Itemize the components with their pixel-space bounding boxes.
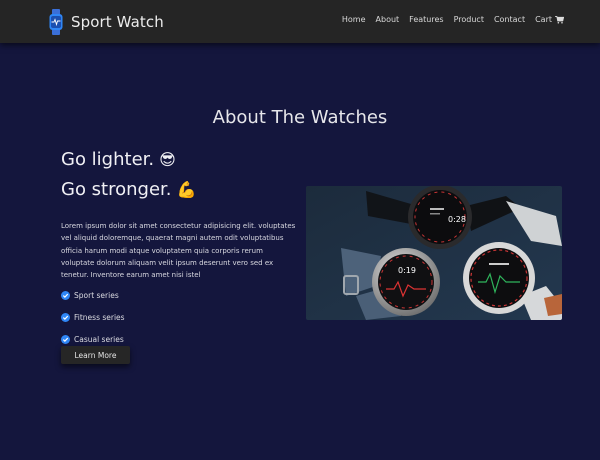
feature-label: Fitness series (74, 312, 125, 322)
nav-product[interactable]: Product (454, 15, 484, 24)
feature-item: Sport series (61, 284, 125, 306)
nav-contact[interactable]: Contact (494, 15, 525, 24)
headline-lighter: Go lighter. 😎 (61, 149, 176, 170)
shopping-cart-icon (555, 15, 564, 24)
nav-about[interactable]: About (376, 15, 400, 24)
headline-stronger: Go stronger. 💪 (61, 179, 196, 200)
feature-label: Sport series (74, 290, 119, 300)
about-description: Lorem ipsum dolor sit amet consectetur a… (61, 222, 296, 280)
nav-cart-label: Cart (535, 15, 552, 24)
nav-features[interactable]: Features (409, 15, 443, 24)
sunglasses-emoji-icon: 😎 (159, 150, 176, 169)
brand-link[interactable]: Sport Watch (49, 9, 164, 35)
check-circle-icon (61, 334, 70, 344)
nav-home[interactable]: Home (342, 15, 366, 24)
learn-more-button[interactable]: Learn More (61, 346, 130, 364)
watches-illustration: 0:28 0:19 (306, 186, 562, 320)
watch-face-time-top: 0:28 (448, 215, 466, 224)
headline-lighter-text: Go lighter. (61, 149, 155, 170)
check-circle-icon (61, 290, 70, 300)
flexed-biceps-emoji-icon: 💪 (176, 180, 197, 199)
watch-face-time-left: 0:19 (398, 266, 416, 275)
check-circle-icon (61, 312, 70, 322)
headline-stronger-text: Go stronger. (61, 179, 172, 200)
feature-list: Sport series Fitness series Casual serie… (61, 284, 125, 350)
feature-item: Fitness series (61, 306, 125, 328)
section-title: About The Watches (212, 106, 388, 128)
brand-name: Sport Watch (71, 13, 164, 31)
navbar: Sport Watch Home About Features Product … (0, 0, 600, 43)
feature-label: Casual series (74, 334, 124, 344)
watches-photo: 0:28 0:19 (306, 186, 562, 320)
smartwatch-icon (49, 9, 63, 35)
nav-links: Home About Features Product Contact Cart (332, 15, 564, 24)
nav-cart[interactable]: Cart (535, 15, 564, 24)
